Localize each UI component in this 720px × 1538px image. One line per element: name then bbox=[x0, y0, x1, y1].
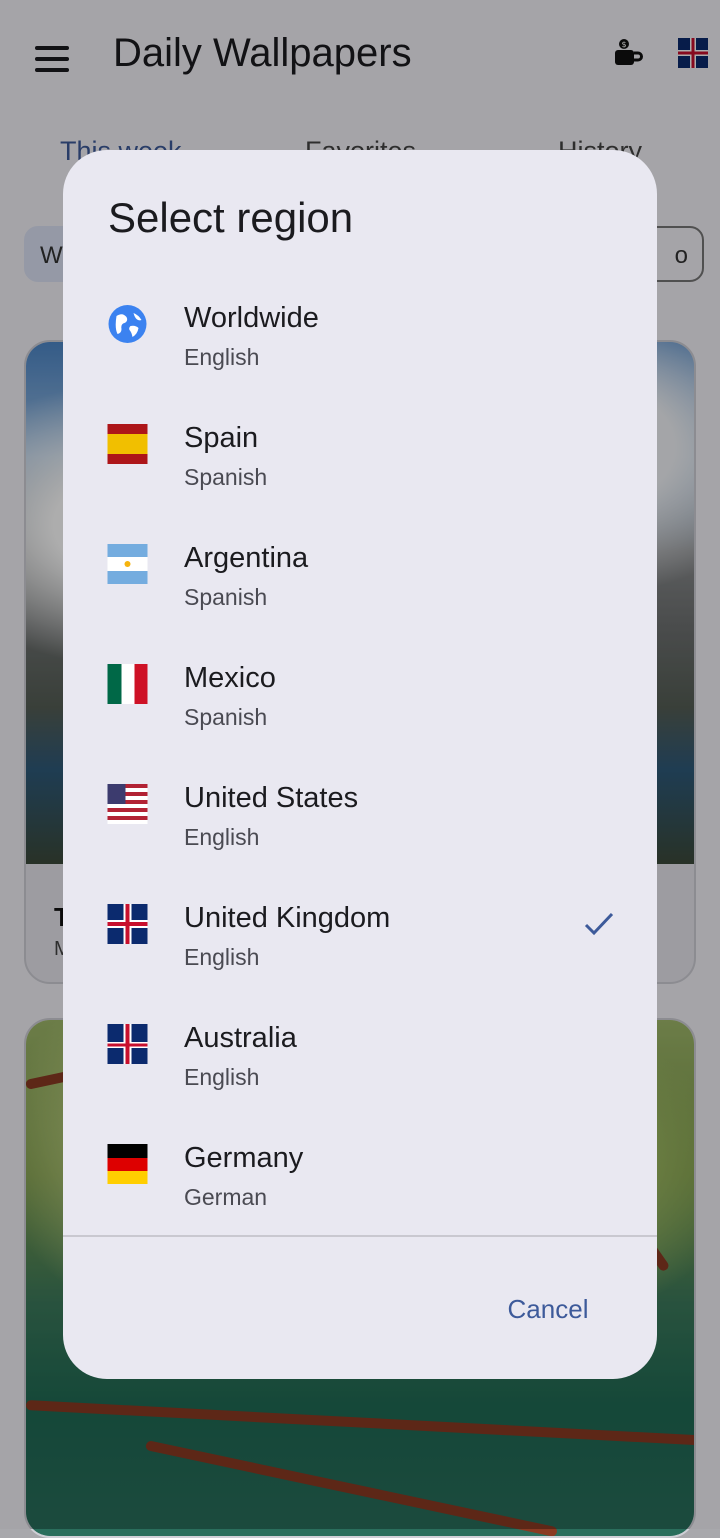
checkmark-icon bbox=[584, 912, 614, 936]
australia-flag-icon bbox=[107, 1024, 148, 1064]
region-language: Spanish bbox=[184, 464, 268, 490]
region-item-australia[interactable]: Australia English bbox=[63, 980, 657, 1100]
region-name: Mexico bbox=[184, 662, 276, 694]
cancel-button[interactable]: Cancel bbox=[493, 1284, 603, 1334]
mexico-flag-icon bbox=[107, 664, 148, 704]
region-item-argentina[interactable]: Argentina Spanish bbox=[63, 500, 657, 620]
argentina-flag-icon bbox=[107, 544, 148, 584]
region-language: English bbox=[184, 824, 260, 850]
region-language: English bbox=[184, 344, 260, 370]
region-item-united-kingdom[interactable]: United Kingdom English bbox=[63, 860, 657, 980]
region-name: United States bbox=[184, 782, 359, 814]
region-name: Germany bbox=[184, 1142, 304, 1174]
select-region-dialog: Select region Worldwide English Spain Sp… bbox=[63, 150, 657, 1379]
spain-flag-icon bbox=[107, 424, 148, 464]
region-name: Spain bbox=[184, 422, 259, 454]
uk-flag-icon bbox=[107, 904, 148, 944]
globe-icon bbox=[108, 305, 147, 343]
region-name: Argentina bbox=[184, 542, 309, 574]
region-item-spain[interactable]: Spain Spanish bbox=[63, 380, 657, 500]
region-language: Spanish bbox=[184, 704, 268, 730]
germany-flag-icon bbox=[107, 1144, 148, 1184]
region-item-worldwide[interactable]: Worldwide English bbox=[63, 260, 657, 380]
region-item-mexico[interactable]: Mexico Spanish bbox=[63, 620, 657, 740]
region-name: United Kingdom bbox=[184, 902, 391, 934]
region-language: German bbox=[184, 1184, 268, 1210]
region-language: English bbox=[184, 944, 260, 970]
dialog-title: Select region bbox=[108, 194, 354, 241]
region-item-united-states[interactable]: United States English bbox=[63, 740, 657, 860]
usa-flag-icon bbox=[107, 784, 148, 824]
region-name: Australia bbox=[184, 1022, 297, 1054]
region-list: Worldwide English Spain Spanish Argentin… bbox=[63, 260, 657, 1220]
region-language: English bbox=[184, 1064, 260, 1090]
dialog-divider bbox=[63, 1235, 657, 1237]
region-language: Spanish bbox=[184, 584, 268, 610]
region-name: Worldwide bbox=[184, 302, 319, 334]
region-item-germany[interactable]: Germany German bbox=[63, 1100, 657, 1220]
